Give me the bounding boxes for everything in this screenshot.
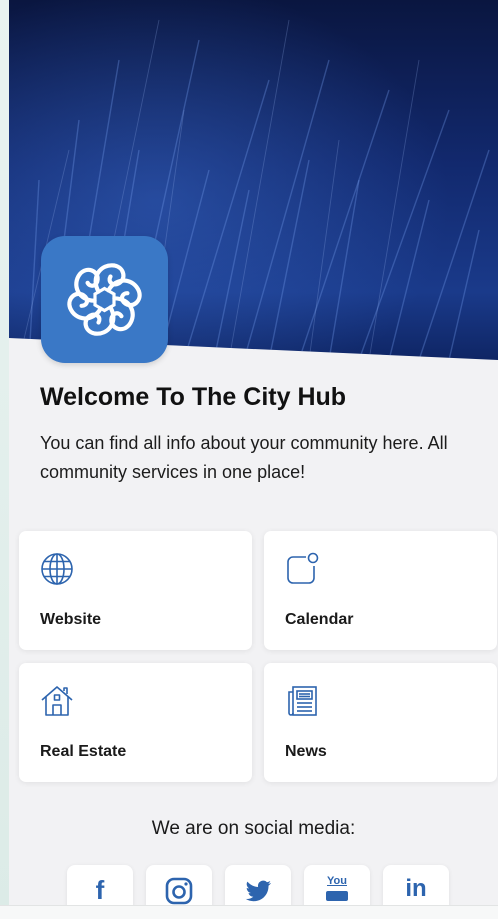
bottom-edge (0, 905, 498, 919)
welcome-title: Welcome To The City Hub (40, 383, 347, 411)
linkedin-button[interactable]: in (383, 865, 449, 905)
tile-calendar[interactable]: Calendar (264, 531, 497, 650)
tile-news-label: News (285, 743, 327, 760)
tile-calendar-label: Calendar (285, 611, 354, 628)
tile-website-label: Website (40, 611, 102, 628)
instagram-button[interactable] (146, 865, 212, 905)
tile-real-estate-label: Real Estate (40, 743, 127, 760)
app-screen: Welcome To The City Hub You can find all… (9, 0, 498, 905)
facebook-button[interactable]: f (67, 865, 133, 905)
tile-news[interactable]: News (264, 663, 497, 782)
newspaper-icon (288, 686, 317, 716)
app-logo (41, 236, 168, 363)
globe-icon (41, 553, 73, 585)
tile-real-estate[interactable]: Real Estate (19, 663, 252, 782)
tile-website[interactable]: Website (19, 531, 252, 650)
house-icon (41, 686, 73, 716)
twitter-icon (245, 880, 272, 902)
youtube-button[interactable]: You (304, 865, 370, 905)
youtube-icon: You (327, 875, 347, 887)
instagram-icon (165, 877, 193, 905)
social-media-heading: We are on social media: (151, 818, 356, 839)
welcome-description: You can find all info about your communi… (40, 433, 448, 482)
linkedin-icon: in (405, 875, 427, 902)
left-edge-strip (0, 0, 9, 918)
twitter-button[interactable] (225, 865, 291, 905)
facebook-icon: f (95, 875, 105, 905)
calendar-icon (287, 552, 319, 584)
youtube-icon-tube (326, 891, 348, 901)
